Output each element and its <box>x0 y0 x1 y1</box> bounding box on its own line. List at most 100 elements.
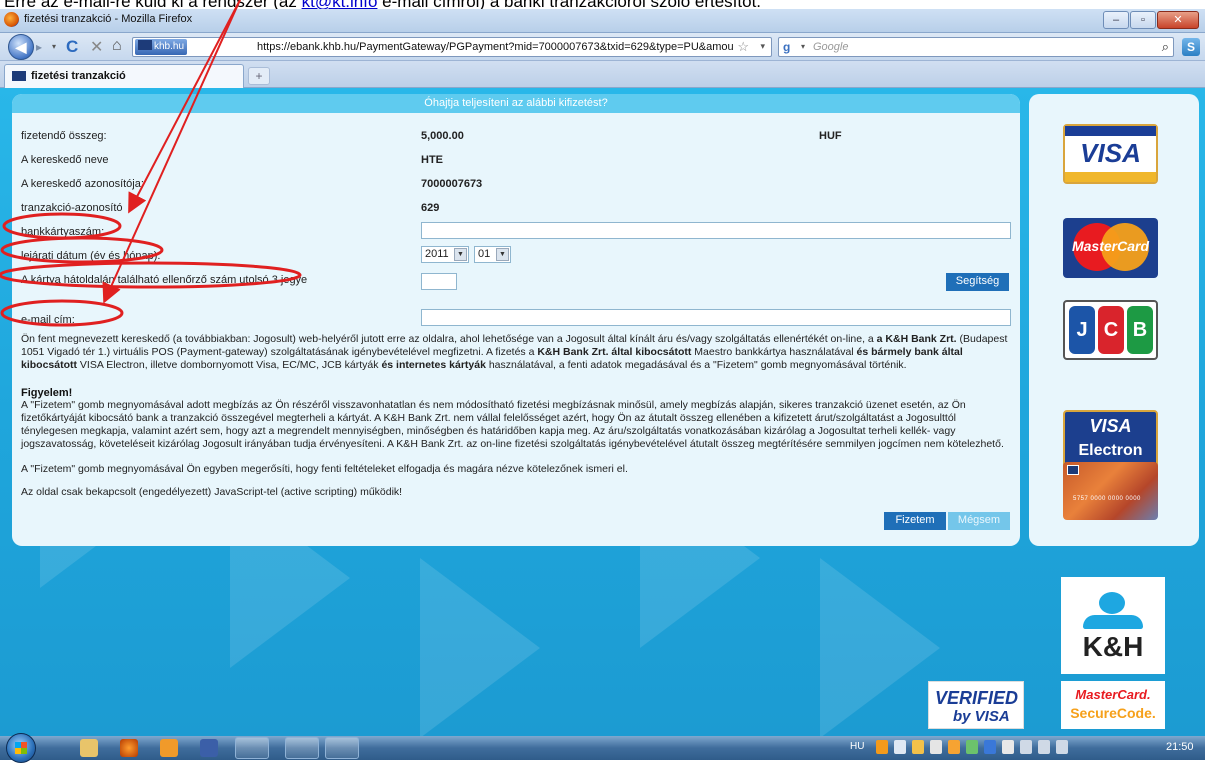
window-title: fizetési tranzakció - Mozilla Firefox <box>24 13 193 25</box>
tray-icon[interactable] <box>930 740 942 754</box>
pay-button[interactable]: Fizetem <box>884 512 946 530</box>
back-button[interactable]: ◀ <box>8 34 34 60</box>
taskbar-app-button[interactable] <box>325 737 359 759</box>
merchant-id-label: A kereskedő azonosítója: <box>21 178 144 190</box>
expiry-month-select[interactable]: 01 ▼ <box>474 246 511 263</box>
home-button[interactable]: ⌂ <box>112 37 122 55</box>
help-button[interactable]: Segítség <box>946 273 1009 291</box>
tab-payment[interactable]: fizetési tranzakció <box>4 64 244 88</box>
maximize-button[interactable]: ▫ <box>1130 11 1156 29</box>
warning-paragraph: A "Fizetem" gomb megnyomásával adott meg… <box>21 399 1004 450</box>
bookmark-star-icon[interactable]: ☆ <box>737 39 749 55</box>
intro-bold-1: a K&H Bank Zrt. <box>876 333 957 345</box>
stop-button[interactable]: ✕ <box>90 37 103 57</box>
engine-dropdown-icon[interactable]: ▾ <box>801 42 805 51</box>
currency-value: HUF <box>819 130 842 142</box>
battery-icon[interactable] <box>1020 740 1032 754</box>
google-engine-icon[interactable]: g <box>783 40 790 54</box>
reload-button[interactable]: C <box>66 37 78 57</box>
cvc-input[interactable] <box>421 273 457 290</box>
transaction-id-value: 629 <box>421 202 440 214</box>
accepted-cards-panel: VISA MasterCard J C B VISA Electron 5757… <box>1029 94 1199 546</box>
search-bar[interactable]: g ▾ Google ⌕ <box>778 37 1174 57</box>
new-tab-button[interactable]: + <box>248 67 270 85</box>
kh-favicon-icon <box>12 71 26 81</box>
visa-electron-logo: VISA Electron <box>1063 410 1158 470</box>
firefox-icon <box>4 12 19 27</box>
minimize-button[interactable]: – <box>1103 11 1129 29</box>
system-tray <box>876 740 1068 754</box>
search-icon[interactable]: ⌕ <box>1162 39 1169 55</box>
tray-icon[interactable] <box>948 740 960 754</box>
kh-favicon-icon <box>138 40 152 50</box>
warning-title: Figyelem! <box>21 387 73 399</box>
card-number-input[interactable] <box>421 222 1011 239</box>
tray-icon[interactable] <box>966 740 978 754</box>
cancel-button[interactable]: Mégsem <box>948 512 1010 530</box>
decor-chevron <box>820 558 940 736</box>
tab-label: fizetési tranzakció <box>31 70 126 82</box>
taskbar-app-button[interactable] <box>235 737 269 759</box>
volume-icon[interactable] <box>1056 740 1068 754</box>
merchant-name-label: A kereskedő neve <box>21 154 109 166</box>
url-dropdown-icon[interactable]: ▾ <box>760 41 765 52</box>
bluetooth-icon[interactable] <box>984 740 996 754</box>
expiry-year-select[interactable]: 2011 ▼ <box>421 246 469 263</box>
jcb-b: B <box>1127 306 1153 354</box>
merchant-name-value: HTE <box>421 154 443 166</box>
close-window-button[interactable]: ✕ <box>1157 11 1199 29</box>
confirm-paragraph: A "Fizetem" gomb megnyomásával Ön egyben… <box>21 463 628 475</box>
visa-electron-text-2: Electron <box>1078 442 1143 459</box>
tab-strip: fizetési tranzakció + <box>0 61 1205 88</box>
intro-bold-2: K&H Bank Zrt. által kibocsátott <box>537 346 692 358</box>
expiry-label: lejárati dátum (év és hónap): <box>21 250 161 262</box>
window-titlebar: fizetési tranzakció - Mozilla Firefox – … <box>0 9 1205 33</box>
intro-text-1: Ön fent megnevezett kereskedő (a további… <box>21 333 877 345</box>
forward-button[interactable]: ▸ <box>36 40 42 54</box>
tray-icon[interactable] <box>912 740 924 754</box>
javascript-note: Az oldal csak bekapcsolt (engedélyezett)… <box>21 486 403 498</box>
merchant-id-value: 7000007673 <box>421 178 483 190</box>
addon-icon[interactable]: S <box>1182 38 1200 56</box>
tray-icon[interactable] <box>876 740 888 754</box>
kh-bank-card-image: 5757 0000 0000 0000 <box>1063 462 1158 520</box>
intro-text-4: VISA Electron, illetve dombornyomott Vis… <box>77 359 382 371</box>
verified-text-1: VERIFIED <box>935 688 1019 708</box>
taskbar-app-button[interactable] <box>285 737 319 759</box>
verified-text-2: by VISA <box>953 708 1010 725</box>
start-button[interactable] <box>6 733 36 763</box>
decor-chevron <box>420 558 540 736</box>
save-icon[interactable] <box>200 739 218 757</box>
jcb-card-logo: J C B <box>1063 300 1158 360</box>
chevron-down-icon: ▼ <box>496 248 509 261</box>
history-dropdown-icon[interactable]: ▾ <box>52 42 56 51</box>
clock[interactable]: 21:50 <box>1166 741 1194 753</box>
explorer-icon[interactable] <box>80 739 98 757</box>
site-identity-button[interactable]: khb.hu <box>135 39 188 55</box>
expiry-year-value: 2011 <box>425 248 449 260</box>
address-bar[interactable]: khb.hu https://ebank.khb.hu/PaymentGatew… <box>132 37 772 57</box>
payment-form-panel: Óhajtja teljesíteni az alábbi kifizetést… <box>12 94 1020 546</box>
amount-value: 5,000.00 <box>421 130 464 142</box>
jcb-c: C <box>1098 306 1124 354</box>
transaction-id-label: tranzakció-azonosító <box>21 202 123 214</box>
expiry-month-value: 01 <box>478 248 491 260</box>
email-input[interactable] <box>421 309 1011 326</box>
mastercard-securecode-logo: MasterCard. SecureCode. <box>1061 681 1165 729</box>
site-identity-label: khb.hu <box>154 41 185 52</box>
chevron-down-icon: ▼ <box>454 248 467 261</box>
mastercard-logo-text: MasterCard <box>1071 238 1150 254</box>
network-icon[interactable] <box>1038 740 1050 754</box>
search-placeholder: Google <box>813 41 849 53</box>
flag-icon[interactable] <box>1002 740 1014 754</box>
language-indicator[interactable]: HU <box>850 741 864 752</box>
kh-card-number: 5757 0000 0000 0000 <box>1073 496 1141 502</box>
windows-taskbar: HU 21:50 <box>0 733 1205 763</box>
url-text[interactable]: https://ebank.khb.hu/PaymentGateway/PGPa… <box>257 41 757 53</box>
intro-text-5: használatával, a fenti adatok megadásáva… <box>485 359 907 371</box>
media-player-icon[interactable] <box>160 739 178 757</box>
tray-icon[interactable] <box>894 740 906 754</box>
firefox-taskbar-icon[interactable] <box>120 739 138 757</box>
windows-logo-icon <box>15 742 27 754</box>
card-number-label: bankkártyaszám: <box>21 226 105 238</box>
